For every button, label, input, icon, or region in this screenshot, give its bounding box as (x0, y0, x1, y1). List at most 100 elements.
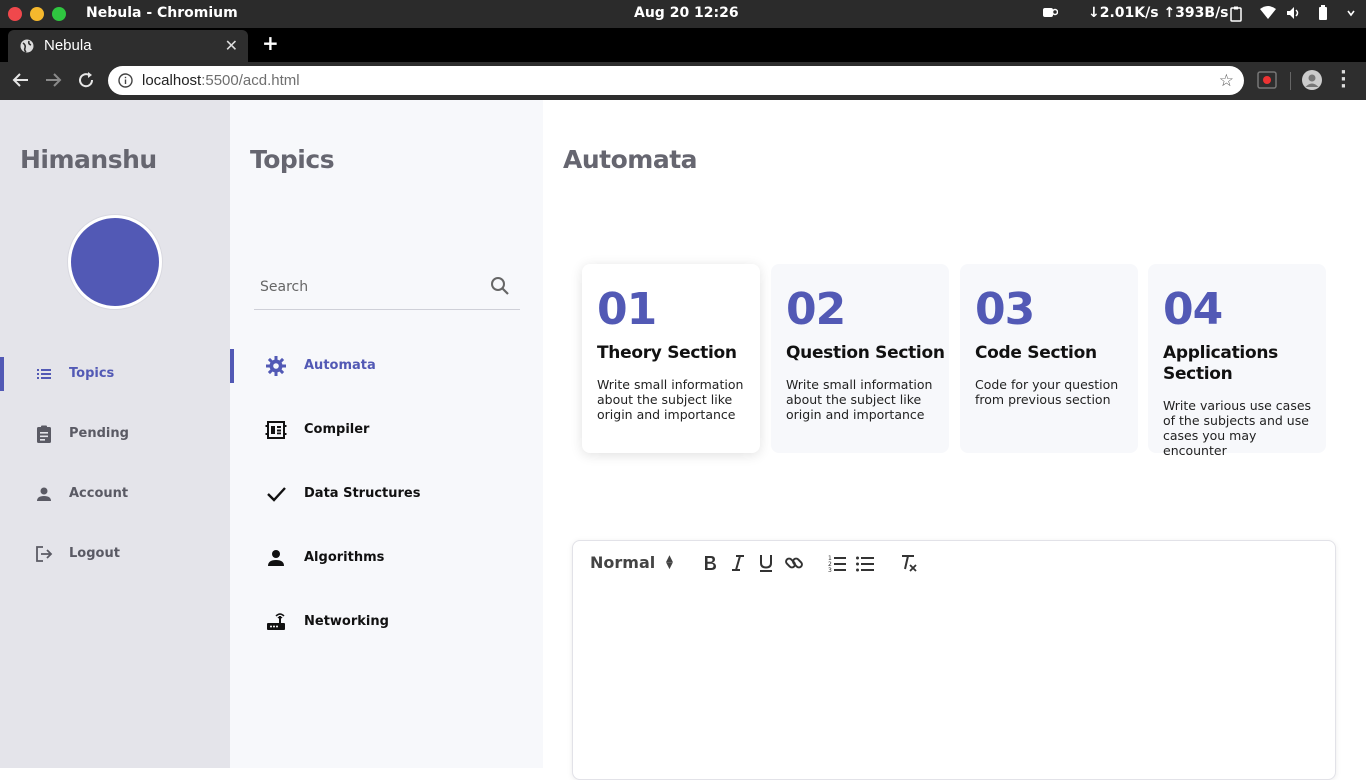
close-tab-icon[interactable]: ✕ (225, 36, 238, 55)
select-arrows-icon: ▲ ▼ (666, 554, 673, 571)
panel-title: Topics (250, 145, 335, 174)
app-root: Himanshu Topics Pending Account Logout T… (0, 100, 1366, 780)
card-number: 04 (1163, 284, 1223, 335)
card-title: Question Section (786, 343, 945, 363)
card-title: Code Section (975, 343, 1097, 363)
url-text: localhost:5500/acd.html (142, 72, 300, 89)
sidebar-item-label: Logout (69, 546, 120, 561)
search-box (254, 268, 520, 310)
card-description: Write small information about the subjec… (597, 377, 744, 422)
section-card-question[interactable]: 02 Question Section Write small informat… (771, 264, 949, 453)
wifi-icon[interactable] (1260, 6, 1276, 20)
page-title: Automata (563, 145, 698, 174)
check-icon (265, 483, 287, 505)
address-bar[interactable]: localhost:5500/acd.html ☆ (108, 66, 1244, 95)
network-speed: ↓2.01K/s ↑393B/s (1088, 5, 1229, 21)
topic-item-compiler[interactable]: Compiler (230, 413, 543, 447)
globe-icon (20, 39, 34, 57)
card-description: Code for your question from previous sec… (975, 377, 1119, 407)
search-icon[interactable] (490, 276, 510, 300)
browser-toolbar: localhost:5500/acd.html ☆ · · · (0, 62, 1366, 100)
sidebar-item-account[interactable]: Account (0, 477, 230, 511)
person-icon (265, 547, 287, 569)
bullet-list-icon[interactable] (855, 553, 875, 577)
rich-text-editor[interactable]: Normal ▲ ▼ 123 (572, 540, 1336, 780)
topic-item-label: Algorithms (304, 550, 385, 565)
kebab-menu-icon[interactable]: · · · (1340, 64, 1347, 96)
clipboard-icon (35, 425, 53, 443)
os-top-bar: Nebula - Chromium Aug 20 12:26 ↓2.01K/s … (0, 0, 1366, 28)
clipboard-icon[interactable] (1230, 6, 1242, 22)
maximize-window-button[interactable] (52, 7, 66, 21)
forward-icon[interactable] (44, 71, 62, 93)
section-card-theory[interactable]: 01 Theory Section Write small informatio… (582, 264, 760, 453)
power-menu-icon[interactable] (1346, 5, 1356, 21)
search-input[interactable] (260, 277, 480, 297)
svg-text:3: 3 (828, 567, 832, 573)
window-title: Nebula - Chromium (86, 5, 238, 21)
topic-item-data-structures[interactable]: Data Structures (230, 477, 543, 511)
format-select-value: Normal (590, 553, 656, 572)
card-title: Applications Section (1163, 343, 1278, 384)
minimize-window-button[interactable] (30, 7, 44, 21)
logout-icon (35, 545, 53, 563)
tab-title: Nebula (44, 37, 92, 54)
topic-item-label: Networking (304, 614, 389, 629)
card-number: 02 (786, 284, 846, 335)
chip-icon (265, 419, 287, 441)
topic-item-automata[interactable]: Automata (230, 349, 543, 383)
browser-tab[interactable]: Nebula ✕ (8, 30, 248, 62)
bookmark-star-icon[interactable]: ☆ (1219, 71, 1234, 91)
underline-icon[interactable] (757, 553, 775, 577)
link-icon[interactable] (784, 553, 804, 577)
italic-icon[interactable] (729, 553, 747, 577)
sidebar-item-label: Topics (69, 366, 115, 381)
tab-strip: Nebula ✕ (0, 28, 1366, 62)
sidebar-item-logout[interactable]: Logout (0, 537, 230, 571)
topic-item-label: Automata (304, 358, 376, 373)
back-icon[interactable] (12, 71, 30, 93)
screen-record-icon[interactable] (1257, 71, 1277, 93)
topic-item-algorithms[interactable]: Algorithms (230, 541, 543, 575)
card-description: Write small information about the subjec… (786, 377, 933, 422)
new-tab-button[interactable]: + (262, 31, 279, 55)
main-content: Automata 01 Theory Section Write small i… (543, 100, 1366, 780)
reload-icon[interactable] (77, 71, 95, 93)
avatar[interactable] (68, 215, 162, 309)
toolbar-divider (1290, 72, 1291, 90)
topics-panel: Topics Automata Compiler Data Structures (230, 100, 543, 768)
url-path: :5500/acd.html (201, 72, 300, 89)
topic-item-label: Compiler (304, 422, 370, 437)
window-controls (8, 7, 66, 21)
topic-item-networking[interactable]: Networking (230, 605, 543, 639)
sidebar-item-pending[interactable]: Pending (0, 417, 230, 451)
clear-format-icon[interactable] (899, 553, 919, 577)
card-number: 03 (975, 284, 1035, 335)
url-host: localhost (142, 72, 202, 89)
ordered-list-icon[interactable]: 123 (827, 553, 847, 577)
battery-icon[interactable] (1318, 5, 1328, 21)
section-card-code[interactable]: 03 Code Section Code for your question f… (960, 264, 1138, 453)
close-window-button[interactable] (8, 7, 22, 21)
gear-icon (265, 355, 287, 377)
card-title: Theory Section (597, 343, 737, 363)
format-select[interactable]: Normal ▲ ▼ (590, 553, 673, 572)
sidebar-item-topics[interactable]: Topics (0, 357, 230, 391)
volume-icon[interactable] (1286, 6, 1302, 20)
clock[interactable]: Aug 20 12:26 (634, 5, 739, 21)
card-number: 01 (597, 284, 657, 335)
cup-icon[interactable] (1042, 6, 1058, 20)
left-sidebar: Himanshu Topics Pending Account Logout (0, 100, 230, 768)
card-description: Write various use cases of the subjects … (1163, 398, 1312, 458)
router-icon (265, 611, 287, 633)
bold-icon[interactable] (701, 553, 719, 577)
list-icon (35, 365, 53, 383)
user-name: Himanshu (20, 145, 157, 174)
sidebar-item-label: Account (69, 486, 129, 501)
topic-item-label: Data Structures (304, 486, 421, 501)
section-card-applications[interactable]: 04 Applications Section Write various us… (1148, 264, 1326, 458)
profile-avatar-icon[interactable] (1302, 70, 1322, 90)
info-icon[interactable] (118, 73, 133, 92)
sidebar-item-label: Pending (69, 426, 129, 441)
person-icon (35, 485, 53, 503)
